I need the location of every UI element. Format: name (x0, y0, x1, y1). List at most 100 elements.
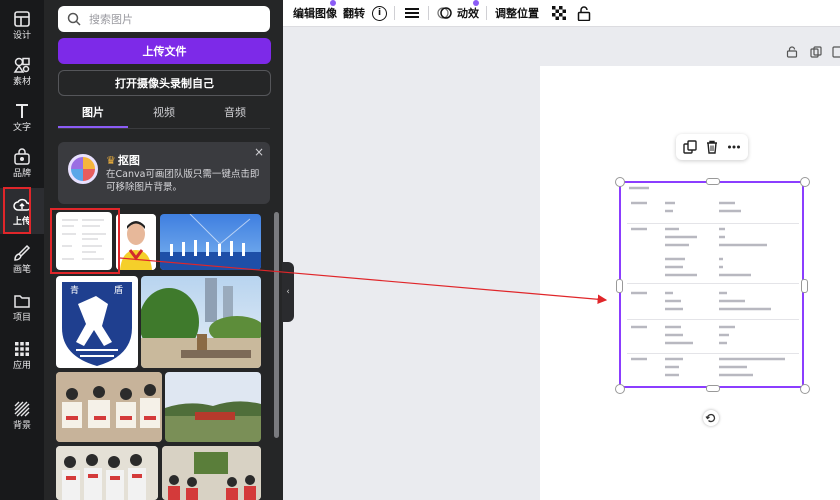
transparency-button[interactable] (552, 5, 566, 21)
rail-label: 文字 (12, 122, 31, 133)
animate-label: 动效 (457, 7, 479, 20)
toolbar-divider (394, 6, 395, 20)
rail-item-design[interactable]: 设计 (0, 2, 44, 48)
rail-label: 品牌 (12, 168, 31, 179)
elements-icon (13, 57, 30, 73)
rail-item-elements[interactable]: 素材 (0, 48, 44, 94)
logo-glyph-left: 青 (70, 284, 79, 296)
resize-handle-bottom-right[interactable] (800, 384, 810, 394)
students-photo (56, 446, 158, 500)
element-quick-actions (676, 134, 748, 160)
resize-handle-bottom[interactable] (706, 385, 720, 392)
selected-document-image[interactable] (619, 181, 804, 388)
page-lock-icon[interactable] (786, 46, 798, 58)
toolbar-divider (486, 6, 487, 20)
classroom-photo (56, 372, 162, 442)
tab-videos[interactable]: 视频 (129, 104, 199, 126)
add-page-icon[interactable] (832, 46, 840, 58)
rotate-handle[interactable] (703, 410, 719, 426)
search-input[interactable] (87, 11, 261, 27)
resize-handle-top-right[interactable] (800, 177, 810, 187)
resize-handle-top-left[interactable] (615, 177, 625, 187)
animate-icon (437, 7, 452, 19)
position-label: 调整位置 (495, 7, 539, 20)
info-icon: i (372, 5, 387, 21)
folder-icon (14, 294, 30, 308)
upload-thumbnail-landscape[interactable] (165, 372, 261, 442)
upload-thumbnail-classroom[interactable] (56, 372, 162, 442)
background-pattern-icon (14, 401, 30, 416)
edit-image-label: 编辑图像 (293, 7, 337, 20)
animate-button[interactable]: 动效 (437, 5, 479, 21)
upload-thumbnail-students[interactable] (56, 446, 158, 500)
flip-label: 翻转 (343, 7, 365, 20)
duplicate-page-icon[interactable] (810, 46, 822, 58)
position-button[interactable]: 调整位置 (495, 5, 539, 21)
logo-glyph-right: 盾 (114, 285, 123, 296)
media-tabs: 图片 视频 音频 (58, 104, 270, 129)
duplicate-icon[interactable] (683, 140, 697, 154)
promo-title: ♛ 抠图 (106, 152, 140, 168)
rail-item-background[interactable]: 背景 (0, 392, 44, 438)
rail-label: 设计 (12, 30, 31, 41)
document-content-lines (629, 186, 785, 377)
tab-audio[interactable]: 音频 (200, 104, 270, 126)
background-remover-promo: ♛ 抠图 在Canva可画团队版只需一键点击即可移除图片背景。 × (58, 142, 270, 204)
rail-item-brand[interactable]: 品牌 (0, 140, 44, 186)
annotation-box-upload (3, 187, 31, 234)
new-feature-dot (473, 0, 479, 6)
upload-files-button[interactable]: 上传文件 (58, 38, 271, 64)
record-yourself-button[interactable]: 打开摄像头录制自己 (58, 70, 271, 96)
rail-label: 画笔 (12, 264, 31, 275)
portrait-photo (116, 214, 156, 270)
toolbar-divider (428, 6, 429, 20)
line-weight-icon (405, 8, 419, 18)
text-icon (16, 103, 28, 118)
promo-text: 在Canva可画团队版只需一键点击即可移除图片背景。 (106, 169, 260, 193)
left-rail: 设计 素材 文字 品牌 上传 画笔 项目 应用 背景 (0, 0, 44, 500)
chevron-left-icon: ‹ (286, 287, 290, 297)
crown-icon: ♛ (106, 154, 116, 167)
brush-icon (14, 244, 31, 261)
flip-button[interactable]: 翻转 (343, 5, 365, 21)
rotate-icon (705, 413, 716, 423)
trash-icon[interactable] (705, 140, 719, 154)
tab-images[interactable]: 图片 (58, 104, 128, 128)
more-options-icon[interactable] (727, 140, 741, 154)
info-button[interactable]: i (372, 5, 387, 21)
upload-thumbnail-class-screen[interactable] (162, 446, 261, 500)
border-style-button[interactable] (405, 5, 419, 21)
rail-item-draw[interactable]: 画笔 (0, 236, 44, 282)
upload-thumbnail-campus[interactable] (141, 276, 261, 368)
landscape-photo (165, 372, 261, 442)
rail-label: 应用 (12, 360, 31, 371)
resize-handle-right[interactable] (801, 279, 808, 293)
transparency-checker-icon (552, 6, 566, 20)
campus-photo (141, 278, 261, 368)
top-toolbar: 编辑图像 翻转 i 动效 调整位置 (283, 0, 840, 27)
apps-grid-icon (15, 341, 29, 356)
resize-handle-left[interactable] (616, 279, 623, 293)
upload-thumbnail-portrait[interactable] (116, 214, 156, 270)
ceremony-photo (160, 214, 261, 270)
resize-handle-top[interactable] (706, 178, 720, 185)
brand-icon (14, 147, 30, 165)
collapse-panel-handle[interactable]: ‹ (282, 262, 294, 322)
class-screen-photo (162, 446, 261, 500)
rail-label: 背景 (12, 420, 31, 431)
rail-item-text[interactable]: 文字 (0, 94, 44, 140)
search-box[interactable] (58, 6, 270, 32)
rail-item-apps[interactable]: 应用 (0, 332, 44, 378)
upload-thumbnail-logo[interactable]: 青 盾 (56, 276, 138, 368)
unlock-icon (577, 5, 591, 21)
annotation-box-thumbnail (50, 208, 120, 274)
panel-scrollbar[interactable] (274, 212, 279, 438)
edit-image-button[interactable]: 编辑图像 (293, 5, 337, 21)
close-icon[interactable]: × (254, 145, 264, 159)
upload-thumbnail-ceremony[interactable] (160, 214, 261, 270)
search-icon (67, 12, 81, 26)
lock-button[interactable] (577, 5, 591, 21)
resize-handle-bottom-left[interactable] (615, 384, 625, 394)
rail-item-projects[interactable]: 项目 (0, 284, 44, 330)
background-remover-icon (68, 154, 98, 184)
